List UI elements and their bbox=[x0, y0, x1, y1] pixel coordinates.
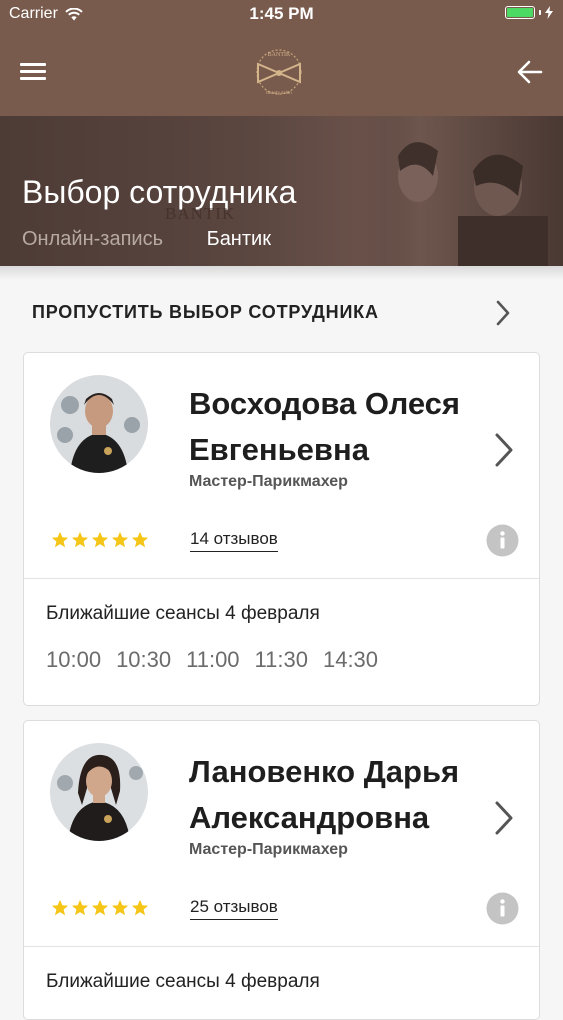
time-slot[interactable]: 10:00 bbox=[46, 647, 101, 673]
battery-cap bbox=[539, 10, 541, 15]
employee-card-header[interactable]: Лановенко Дарья Александровна Мастер-Пар… bbox=[24, 721, 539, 946]
rating-stars bbox=[51, 531, 149, 549]
sessions-title: Ближайшие сеансы 4 февраля bbox=[46, 971, 320, 992]
star-icon bbox=[91, 899, 109, 916]
battery-level bbox=[507, 8, 533, 17]
time-slot[interactable]: 10:30 bbox=[116, 647, 171, 673]
header-shadow bbox=[0, 266, 563, 280]
star-icon bbox=[71, 899, 89, 916]
employee-card-header[interactable]: Восходова Олеся Евгеньевна Мастер-Парикм… bbox=[24, 353, 539, 578]
employee-card: Лановенко Дарья Александровна Мастер-Пар… bbox=[23, 720, 540, 1020]
divider bbox=[24, 578, 539, 579]
employee-name: Лановенко Дарья Александровна bbox=[189, 754, 460, 835]
time-slot[interactable]: 14:30 bbox=[323, 647, 378, 673]
page-title: Выбор сотрудника bbox=[22, 174, 297, 210]
avatar bbox=[50, 743, 148, 841]
star-icon bbox=[131, 531, 149, 548]
skip-employee-selection[interactable]: ПРОПУСТИТЬ ВЫБОР СОТРУДНИКА bbox=[0, 282, 563, 342]
avatar bbox=[50, 375, 148, 473]
salon-photo bbox=[358, 116, 563, 266]
svg-text:beauty salon: beauty salon bbox=[266, 90, 292, 95]
skip-label: ПРОПУСТИТЬ ВЫБОР СОТРУДНИКА bbox=[32, 302, 379, 322]
header-tabs: Онлайн-запись Бантик bbox=[22, 228, 271, 251]
star-icon bbox=[71, 531, 89, 548]
star-icon bbox=[51, 899, 69, 916]
divider bbox=[24, 946, 539, 947]
tab-online-booking[interactable]: Онлайн-запись bbox=[22, 228, 163, 250]
status-time: 1:45 PM bbox=[249, 4, 314, 23]
hamburger-icon[interactable] bbox=[20, 63, 46, 81]
star-icon bbox=[91, 531, 109, 548]
tab-salon[interactable]: Бантик bbox=[207, 228, 271, 250]
session-times: 10:00 10:30 11:00 11:30 14:30 bbox=[46, 647, 378, 673]
chevron-right-icon bbox=[495, 433, 513, 467]
time-slot[interactable]: 11:00 bbox=[186, 647, 239, 673]
star-icon bbox=[131, 899, 149, 916]
star-icon bbox=[51, 531, 69, 548]
employee-role: Мастер-Парикмахер bbox=[189, 841, 348, 858]
arrow-left-icon[interactable] bbox=[517, 60, 543, 84]
nav-bar: BANTIK beauty salon bbox=[0, 28, 563, 116]
svg-text:BANTIK: BANTIK bbox=[268, 52, 291, 58]
info-icon[interactable] bbox=[486, 892, 519, 925]
header-banner: Выбор сотрудника BANTIK Онлайн-запись Ба… bbox=[0, 116, 563, 266]
reviews-link[interactable]: 25 отзывов bbox=[190, 897, 278, 920]
rating-stars bbox=[51, 899, 149, 917]
employee-role: Мастер-Парикмахер bbox=[189, 473, 348, 490]
time-slot[interactable]: 11:30 bbox=[255, 647, 308, 673]
watermark: BANTIK bbox=[165, 204, 236, 223]
chevron-right-icon bbox=[496, 300, 510, 326]
employee-card: Восходова Олеся Евгеньевна Мастер-Парикм… bbox=[23, 352, 540, 706]
chevron-right-icon bbox=[495, 801, 513, 835]
battery-group bbox=[505, 6, 553, 19]
reviews-link[interactable]: 14 отзывов bbox=[190, 529, 278, 552]
status-bar: Carrier 1:45 PM bbox=[0, 0, 563, 28]
star-icon bbox=[111, 531, 129, 548]
bantik-logo: BANTIK beauty salon bbox=[256, 49, 302, 95]
star-icon bbox=[111, 899, 129, 916]
charging-icon bbox=[545, 6, 553, 19]
info-icon[interactable] bbox=[486, 524, 519, 557]
sessions-title: Ближайшие сеансы 4 февраля bbox=[46, 603, 320, 624]
battery-icon bbox=[505, 6, 535, 19]
employee-name: Восходова Олеся Евгеньевна bbox=[189, 386, 461, 467]
